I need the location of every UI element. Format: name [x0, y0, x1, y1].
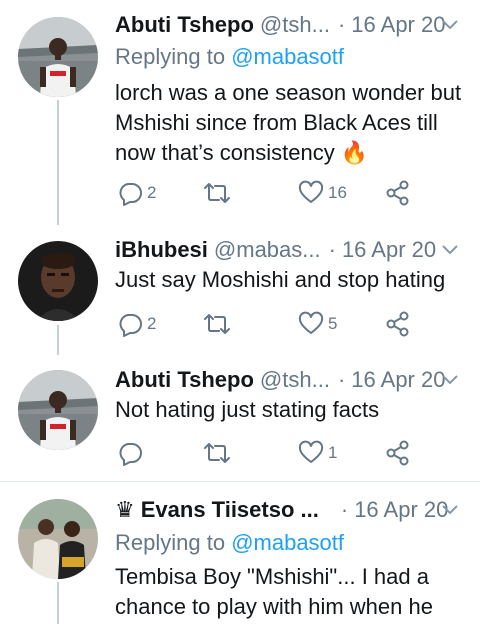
share-button[interactable] [385, 438, 411, 468]
retweet-icon [204, 314, 230, 334]
chevron-down-icon[interactable] [442, 19, 458, 31]
tweet-header: Abuti Tshepo @tsh... · 16 Apr 20 [115, 365, 468, 395]
separator-dot: · [337, 367, 346, 392]
like-button[interactable]: 5 [298, 309, 337, 339]
mention-link[interactable]: @mabasotf [231, 44, 344, 69]
share-button[interactable] [385, 309, 411, 339]
tweet-text: lorch was a one season wonder but Mshish… [115, 80, 462, 165]
replying-prefix: Replying to [115, 530, 232, 555]
reply-button[interactable]: 2 [117, 178, 156, 208]
reply-icon [119, 183, 142, 206]
share-button[interactable] [385, 178, 411, 208]
avatar[interactable] [18, 241, 98, 321]
separator-dot: · [328, 237, 336, 262]
tweet-2[interactable]: iBhubesi @mabas... · 16 Apr 20 Just say … [0, 225, 480, 355]
share-icon [386, 440, 409, 466]
retweet-button[interactable] [202, 438, 236, 468]
heart-icon [298, 440, 324, 463]
retweet-button[interactable] [202, 309, 236, 339]
reply-count: 2 [147, 183, 157, 202]
action-bar: 2 5 [115, 309, 425, 339]
share-icon [386, 180, 409, 206]
separator-dot: · [337, 12, 346, 37]
replying-prefix: Replying to [115, 44, 232, 69]
replying-to: Replying to @mabasotf [115, 44, 344, 70]
like-button[interactable]: 1 [298, 438, 337, 468]
chevron-down-icon[interactable] [442, 244, 458, 256]
tweet-date[interactable]: 16 Apr 20 [354, 497, 448, 523]
like-button[interactable]: 16 [298, 178, 347, 208]
crown-icon: ♛ [115, 497, 135, 522]
retweet-icon [204, 183, 230, 203]
separator-dot: · [340, 497, 349, 522]
tweet-1[interactable]: Abuti Tshepo @tsh... · 16 Apr 20 Replyin… [0, 0, 480, 225]
tweet-header: ♛ Evans Tiisetso ... · 16 Apr 20 [115, 495, 468, 525]
tweet-date[interactable]: 16 Apr 20 [351, 12, 445, 38]
user-name[interactable]: Abuti Tshepo [115, 12, 254, 38]
reply-icon [119, 443, 142, 466]
mention-link[interactable]: @mabasotf [231, 530, 344, 555]
heart-icon [298, 180, 324, 203]
like-count: 16 [328, 183, 347, 202]
tweet-text: Tembisa Boy "Mshishi"... I had a chance … [115, 564, 433, 619]
avatar[interactable] [18, 370, 98, 450]
action-bar: 1 [115, 438, 425, 468]
reply-button[interactable]: 2 [117, 309, 156, 339]
tweet-3[interactable]: Abuti Tshepo @tsh... · 16 Apr 20 Not hat… [0, 355, 480, 481]
reply-button[interactable] [117, 438, 147, 468]
replying-to: Replying to @mabasotf [115, 530, 344, 556]
like-count: 1 [328, 443, 338, 462]
user-name[interactable]: iBhubesi [115, 237, 208, 263]
user-name[interactable]: Evans Tiisetso ... [141, 497, 319, 523]
heart-icon [298, 311, 324, 334]
thread-line [57, 582, 59, 624]
retweet-button[interactable] [202, 178, 236, 208]
like-count: 5 [328, 314, 338, 333]
share-icon [386, 311, 409, 337]
tweet-text: Not hating just stating facts [115, 397, 380, 422]
tweet-header: iBhubesi @mabas... · 16 Apr 20 [115, 235, 468, 265]
thread-line [57, 100, 59, 225]
chevron-down-icon[interactable] [442, 504, 458, 516]
reply-count: 2 [147, 314, 157, 333]
tweet-4[interactable]: ♛ Evans Tiisetso ... · 16 Apr 20 Replyin… [0, 482, 480, 624]
reply-icon [119, 314, 142, 337]
action-bar: 2 16 [115, 178, 425, 208]
user-name[interactable]: Abuti Tshepo [115, 367, 254, 393]
tweet-text: Just say Moshishi and stop hating [115, 267, 446, 292]
thread-line [57, 325, 59, 355]
retweet-icon [204, 443, 230, 463]
user-handle[interactable]: @tsh... [260, 367, 330, 393]
tweet-header: Abuti Tshepo @tsh... · 16 Apr 20 [115, 10, 468, 40]
avatar[interactable] [18, 17, 98, 97]
tweet-date[interactable]: 16 Apr 20 [342, 237, 436, 263]
chevron-down-icon[interactable] [442, 374, 458, 386]
user-handle[interactable]: @mabas... [214, 237, 321, 263]
avatar[interactable] [18, 499, 98, 579]
user-handle[interactable]: @tsh... [260, 12, 330, 38]
tweet-date[interactable]: 16 Apr 20 [351, 367, 445, 393]
